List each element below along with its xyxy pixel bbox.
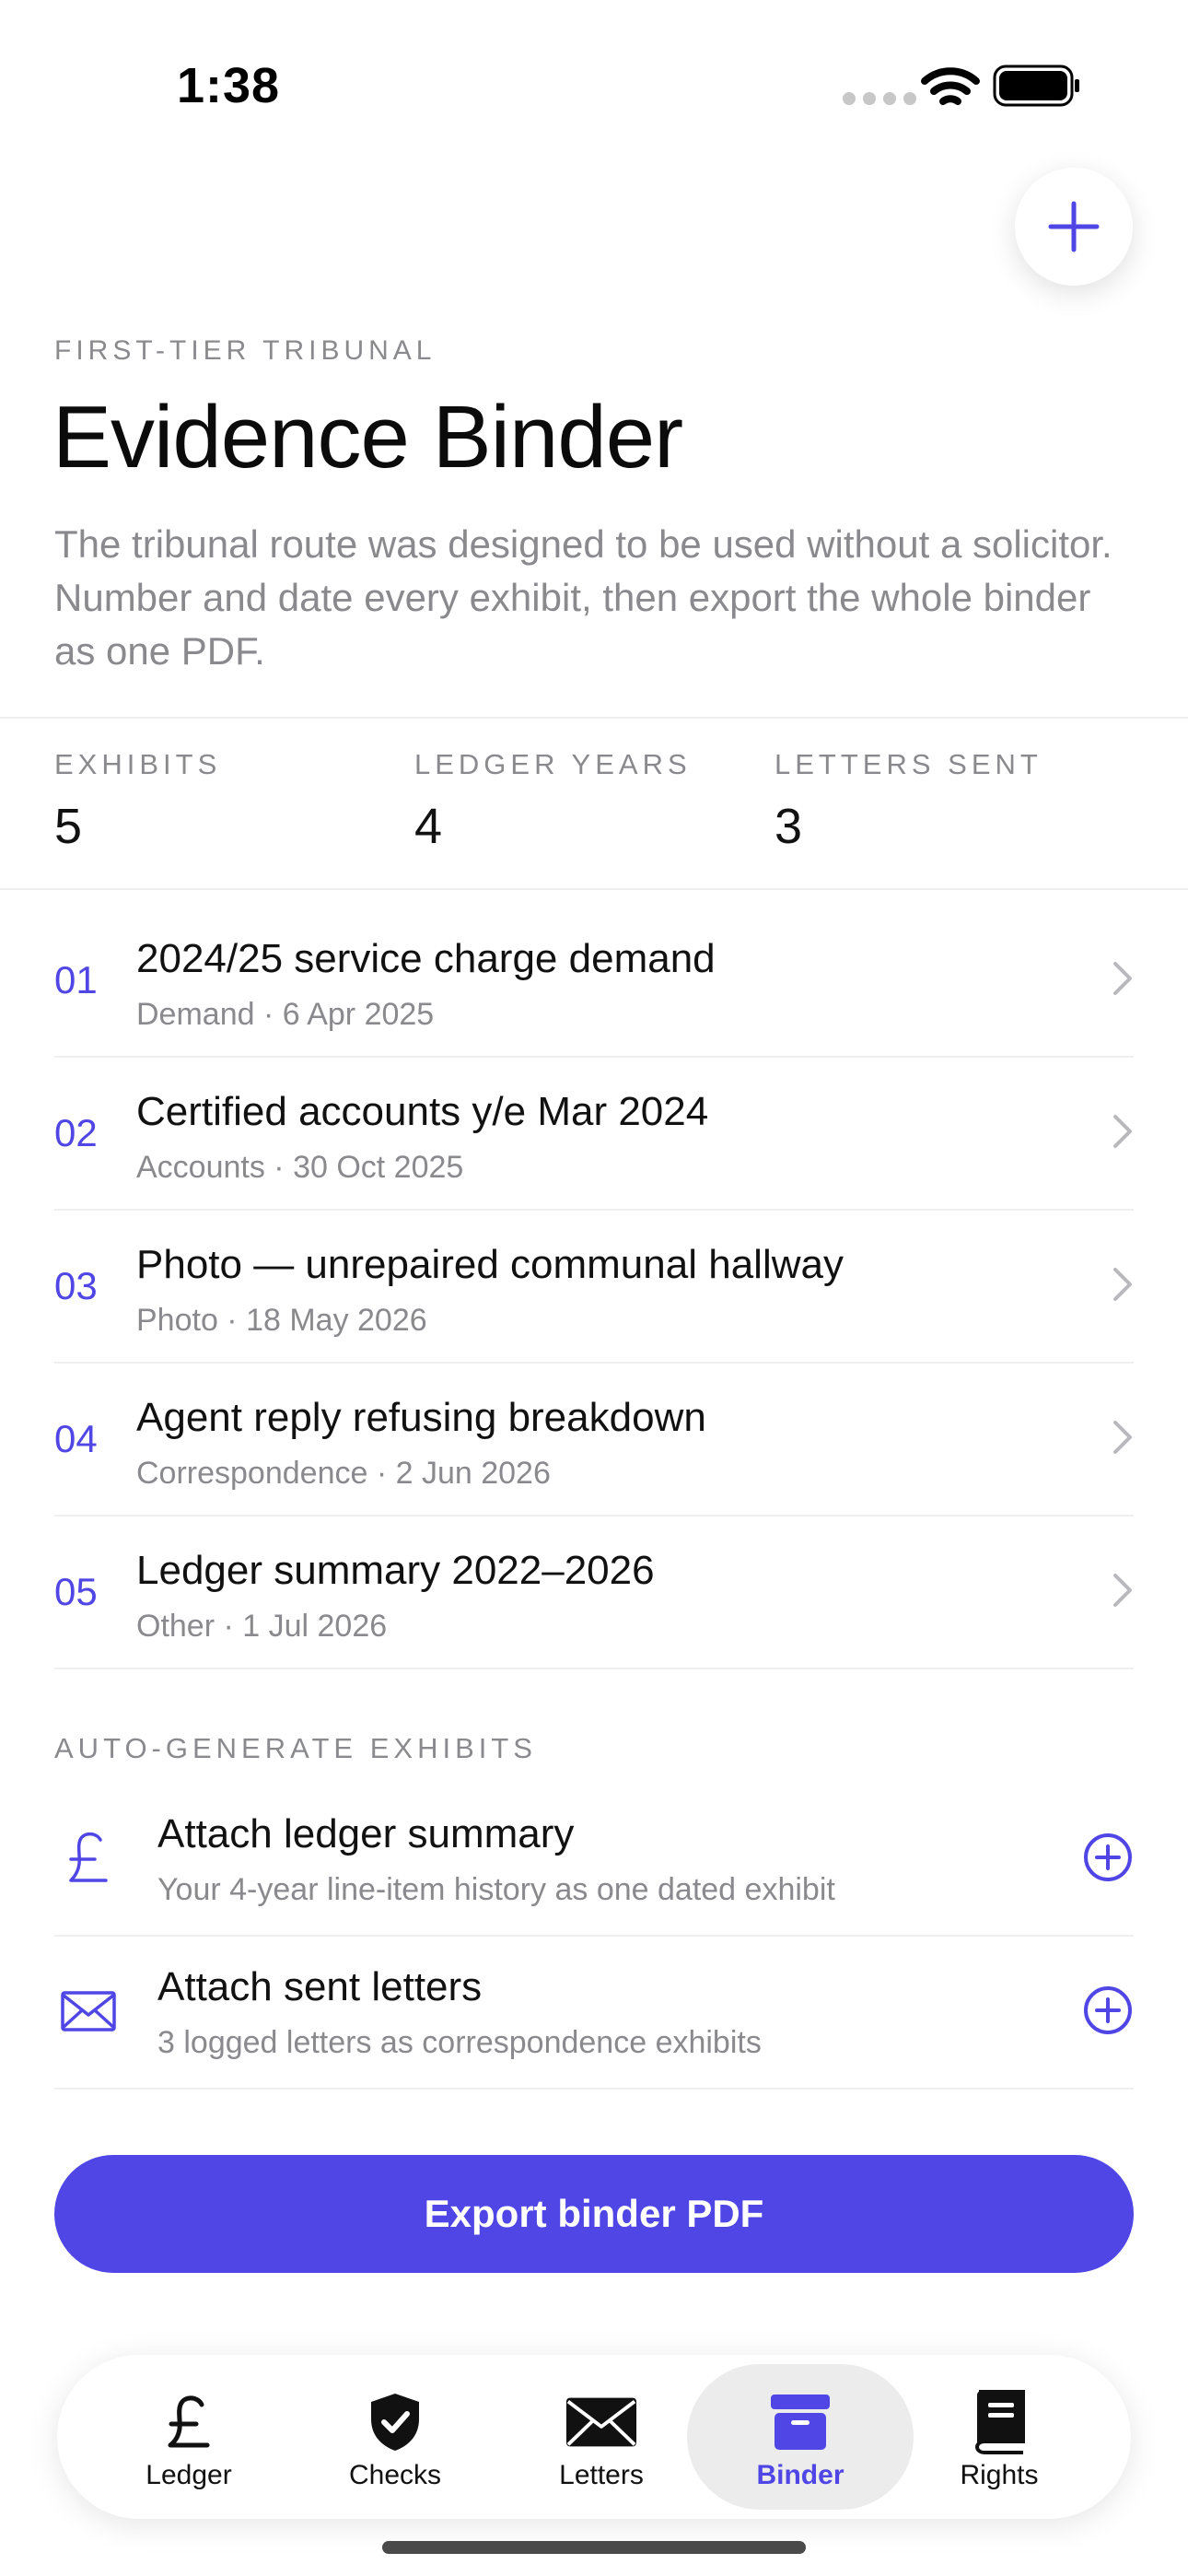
exhibit-title: Agent reply refusing breakdown — [136, 1395, 706, 1440]
tab-ledger[interactable]: Ledger — [76, 2364, 302, 2510]
book-icon — [962, 2390, 1036, 2454]
divider — [54, 2088, 1134, 2090]
divider — [0, 888, 1188, 890]
export-binder-pdf-button[interactable]: Export binder PDF — [54, 2155, 1134, 2273]
tab-bar: Ledger Checks Letters Binder Rights — [57, 2355, 1131, 2519]
add-exhibit-button[interactable] — [1015, 168, 1133, 286]
pound-icon — [152, 2390, 226, 2454]
tab-label: Binder — [756, 2460, 844, 2490]
page-intro: The tribunal route was designed to be us… — [54, 522, 1112, 673]
exhibit-title: Ledger summary 2022–2026 — [136, 1548, 655, 1593]
tab-checks[interactable]: Checks — [282, 2364, 508, 2510]
add-circle-icon[interactable] — [1082, 1985, 1134, 2036]
page-title: Evidence Binder — [52, 388, 683, 486]
tab-label: Rights — [960, 2460, 1039, 2490]
exhibit-title: Photo — unrepaired communal hallway — [136, 1242, 844, 1287]
stat-label: LEDGER YEARS — [414, 748, 692, 780]
exhibit-row[interactable]: 02 Certified accounts y/e Mar 2024 Accou… — [54, 1058, 1134, 1211]
tab-label: Checks — [348, 2460, 442, 2490]
exhibit-row[interactable]: 04 Agent reply refusing breakdown Corres… — [54, 1364, 1134, 1516]
stat-letters-sent: LETTERS SENT 3 — [775, 748, 1042, 855]
exhibit-number: 02 — [54, 1111, 98, 1154]
exhibit-meta: Other · 1 Jul 2026 — [136, 1609, 388, 1644]
exhibit-number: 03 — [54, 1264, 98, 1307]
attach-ledger-summary-row[interactable]: Attach ledger summary Your 4-year line-i… — [54, 1784, 1134, 1937]
divider — [0, 717, 1188, 719]
plus-icon — [1048, 201, 1100, 252]
envelope-icon — [54, 1977, 122, 2045]
section-label: AUTO-GENERATE EXHIBITS — [54, 1732, 537, 1764]
stat-label: LETTERS SENT — [775, 748, 1042, 780]
exhibit-title: 2024/25 service charge demand — [136, 936, 716, 981]
chevron-right-icon — [1113, 962, 1132, 995]
archive-box-icon — [763, 2390, 837, 2454]
chevron-right-icon — [1113, 1268, 1132, 1301]
auto-item-meta: 3 logged letters as correspondence exhib… — [157, 2025, 762, 2060]
stat-label: EXHIBITS — [54, 748, 222, 780]
cellular-signal-icon — [843, 92, 916, 105]
tab-binder[interactable]: Binder — [687, 2364, 914, 2510]
tab-label: Letters — [559, 2460, 644, 2490]
shield-check-icon — [358, 2390, 432, 2454]
tab-label: Ledger — [146, 2460, 232, 2490]
exhibit-meta: Accounts · 30 Oct 2025 — [136, 1150, 464, 1185]
chevron-right-icon — [1113, 1115, 1132, 1148]
chevron-right-icon — [1113, 1421, 1132, 1454]
exhibit-number: 01 — [54, 958, 98, 1001]
status-time: 1:38 — [177, 58, 281, 113]
auto-item-title: Attach ledger summary — [157, 1811, 575, 1856]
exhibit-row[interactable]: 01 2024/25 service charge demand Demand … — [54, 905, 1134, 1058]
exhibit-number: 05 — [54, 1570, 98, 1613]
stat-exhibits: EXHIBITS 5 — [54, 748, 221, 855]
stat-ledger-years: LEDGER YEARS 4 — [414, 748, 692, 855]
page-eyebrow: FIRST-TIER TRIBUNAL — [54, 335, 437, 366]
exhibit-meta: Demand · 6 Apr 2025 — [136, 997, 435, 1032]
exhibit-number: 04 — [54, 1417, 98, 1460]
divider — [54, 1668, 1134, 1669]
stat-value: 5 — [54, 799, 83, 854]
exhibit-meta: Photo · 18 May 2026 — [136, 1303, 427, 1338]
battery-icon — [993, 64, 1079, 107]
exhibit-meta: Correspondence · 2 Jun 2026 — [136, 1456, 551, 1491]
exhibit-row[interactable]: 05 Ledger summary 2022–2026 Other · 1 Ju… — [54, 1516, 1134, 1669]
wifi-icon — [921, 67, 980, 105]
add-circle-icon[interactable] — [1082, 1832, 1134, 1883]
home-indicator — [382, 2541, 806, 2554]
auto-item-meta: Your 4-year line-item history as one dat… — [157, 1872, 835, 1907]
chevron-right-icon — [1113, 1574, 1132, 1607]
exhibit-row[interactable]: 03 Photo — unrepaired communal hallway P… — [54, 1211, 1134, 1364]
attach-sent-letters-row[interactable]: Attach sent letters 3 logged letters as … — [54, 1937, 1134, 2090]
stat-value: 4 — [414, 799, 443, 854]
envelope-icon — [565, 2390, 638, 2454]
stat-value: 3 — [775, 799, 803, 854]
tab-letters[interactable]: Letters — [488, 2364, 715, 2510]
status-bar: 1:38 — [0, 0, 1188, 175]
auto-item-title: Attach sent letters — [157, 1964, 483, 2009]
tab-rights[interactable]: Rights — [886, 2364, 1112, 2510]
exhibit-title: Certified accounts y/e Mar 2024 — [136, 1089, 709, 1134]
pound-icon — [54, 1824, 122, 1892]
